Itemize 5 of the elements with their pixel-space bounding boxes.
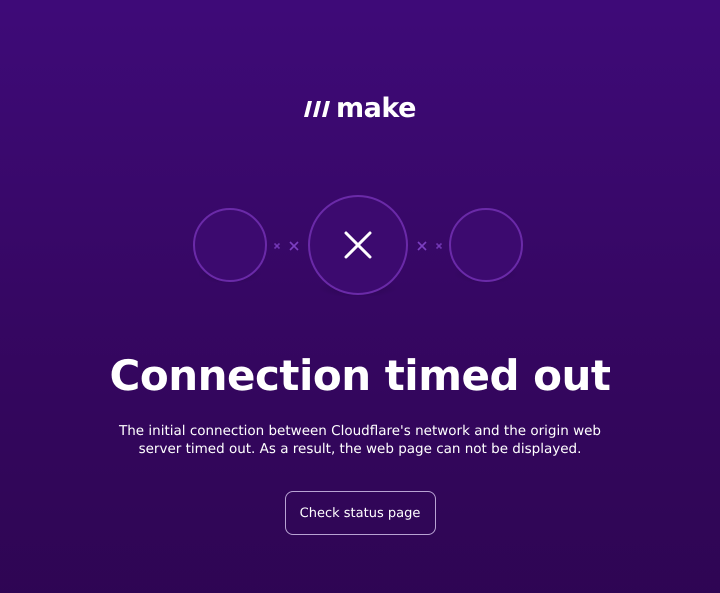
check-status-button[interactable]: Check status page [284, 491, 436, 535]
logo-text: make [336, 95, 416, 123]
error-title: Connection timed out [110, 350, 610, 402]
logo-mark-icon [304, 101, 332, 117]
error-message: The initial connection between Cloudflare's network and the origin web server timed out. As a result, the web page can not be displayed. [118, 422, 602, 458]
